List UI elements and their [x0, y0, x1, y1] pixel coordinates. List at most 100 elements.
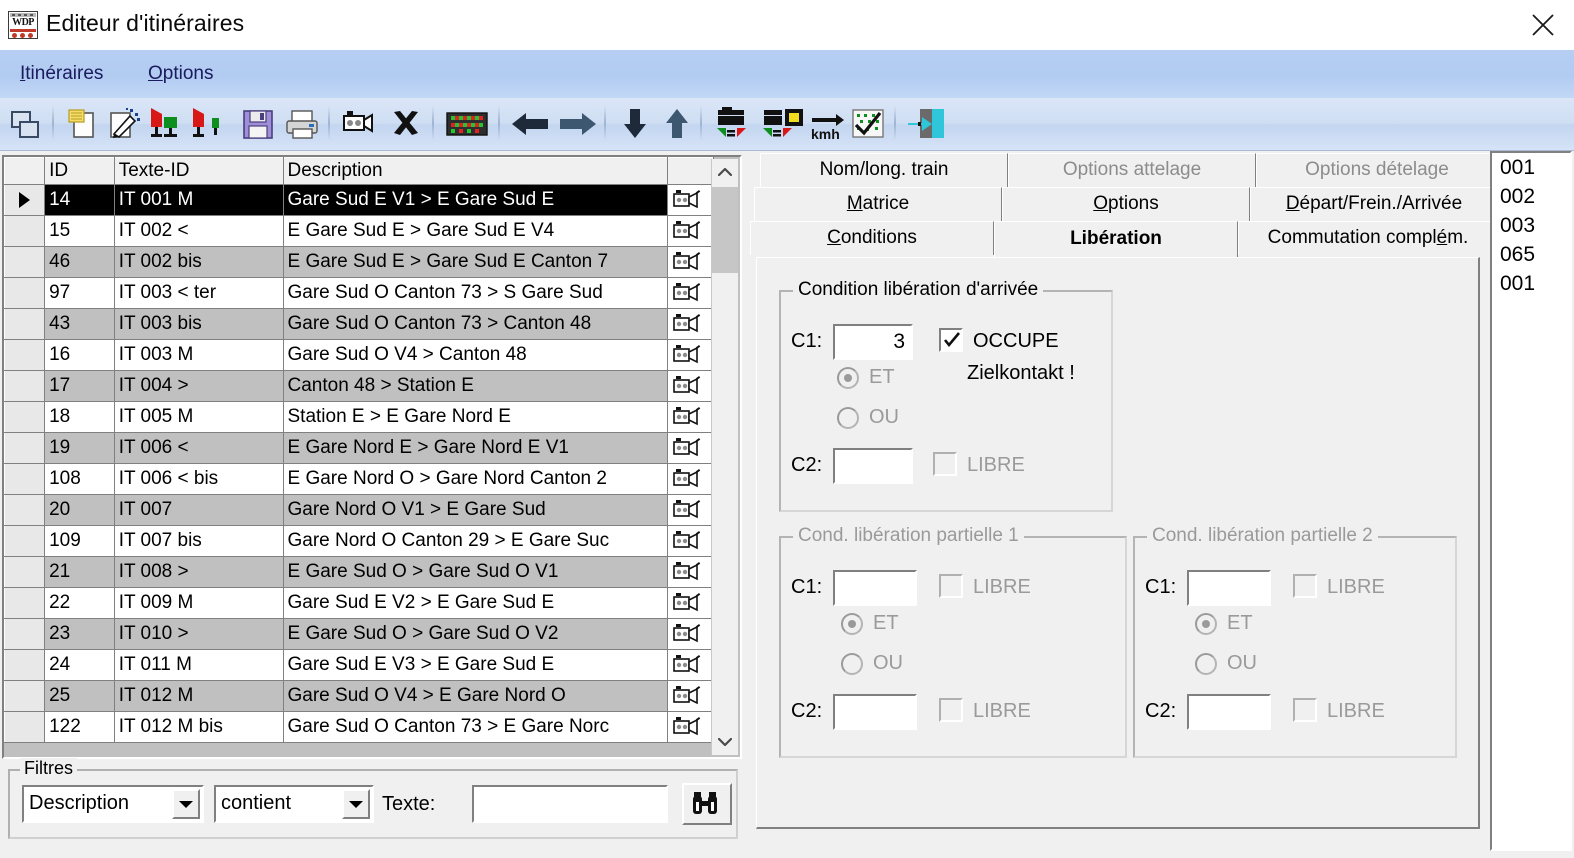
- cell-texte-id[interactable]: IT 004 >: [114, 370, 284, 402]
- partial2-radio-et[interactable]: [1195, 613, 1217, 635]
- cell-id[interactable]: 21: [44, 556, 115, 588]
- route-camera-icon[interactable]: [667, 184, 715, 216]
- row-selector-cell[interactable]: [4, 308, 46, 340]
- edit-document-icon[interactable]: [104, 104, 144, 144]
- arrival-libre-checkbox[interactable]: [933, 452, 957, 476]
- cell-id[interactable]: 43: [44, 308, 115, 340]
- cell-description[interactable]: Gare Sud E V1 > E Gare Sud E: [283, 184, 668, 216]
- cell-id[interactable]: 25: [44, 680, 115, 712]
- row-selector-cell[interactable]: [4, 370, 46, 402]
- route-camera-icon[interactable]: [667, 463, 715, 495]
- cell-texte-id[interactable]: IT 008 >: [114, 556, 284, 588]
- route-camera-icon[interactable]: [667, 711, 715, 743]
- arrow-down-icon[interactable]: [614, 104, 656, 144]
- delete-x-icon[interactable]: [386, 104, 426, 144]
- route-camera-icon[interactable]: [667, 649, 715, 681]
- cell-id[interactable]: 15: [44, 215, 115, 247]
- cell-id[interactable]: 109: [44, 525, 115, 557]
- row-selector-cell[interactable]: [4, 432, 46, 464]
- cell-texte-id[interactable]: IT 002 bis: [114, 246, 284, 278]
- arrival-c2-input[interactable]: [833, 448, 913, 484]
- cell-id[interactable]: 18: [44, 401, 115, 433]
- tab-matrice[interactable]: Matrice: [754, 187, 1002, 221]
- partial1-c2-libre-checkbox[interactable]: [939, 698, 963, 722]
- table-row[interactable]: 46 IT 002 bis E Gare Sud E > Gare Sud E Ca…: [4, 246, 715, 278]
- new-document-icon[interactable]: [62, 104, 102, 144]
- cell-description[interactable]: E Gare Nord O > Gare Nord Canton 2: [283, 463, 668, 495]
- cell-description[interactable]: Gare Sud O Canton 73 > S Gare Sud: [283, 277, 668, 309]
- arrival-occupe-checkbox[interactable]: [939, 328, 963, 352]
- partial2-c2-input[interactable]: [1187, 694, 1271, 730]
- list-item[interactable]: 003: [1492, 211, 1570, 240]
- chevron-down-icon[interactable]: [342, 789, 370, 819]
- table-row[interactable]: 122 IT 012 M bis Gare Sud O Canton 73 > E …: [4, 711, 715, 743]
- cell-texte-id[interactable]: IT 011 M: [114, 649, 284, 681]
- cell-description[interactable]: Station E > E Gare Nord E: [283, 401, 668, 433]
- row-selector-cell[interactable]: [4, 339, 46, 371]
- cell-id[interactable]: 22: [44, 587, 115, 619]
- cell-texte-id[interactable]: IT 006 <: [114, 432, 284, 464]
- partial1-radio-et[interactable]: [841, 613, 863, 635]
- cell-description[interactable]: E Gare Sud O > Gare Sud O V1: [283, 556, 668, 588]
- arrow-right-icon[interactable]: [554, 104, 600, 144]
- table-row[interactable]: 21 IT 008 > E Gare Sud O > Gare Sud O V1: [4, 556, 715, 588]
- filter-operator-select[interactable]: contient: [214, 785, 374, 823]
- close-button[interactable]: [1512, 0, 1574, 48]
- tab-nom-long-train[interactable]: Nom/long. train: [760, 153, 1008, 187]
- camera-icon[interactable]: [338, 104, 378, 144]
- row-selector-cell[interactable]: [4, 246, 46, 278]
- cell-description[interactable]: E Gare Sud E > Gare Sud E V4: [283, 215, 668, 247]
- cell-texte-id[interactable]: IT 002 <: [114, 215, 284, 247]
- table-row[interactable]: 43 IT 003 bis Gare Sud O Canton 73 > Canto…: [4, 308, 715, 340]
- route-camera-icon[interactable]: [667, 401, 715, 433]
- tab-depart-frein-arrivee[interactable]: Départ/Frein./Arrivée: [1250, 187, 1498, 221]
- print-preview-icon[interactable]: [6, 104, 46, 144]
- table-row[interactable]: 18 IT 005 M Station E > E Gare Nord E: [4, 401, 715, 433]
- menu-item-options[interactable]: Options: [144, 61, 217, 87]
- cell-texte-id[interactable]: IT 005 M: [114, 401, 284, 433]
- filter-field-select[interactable]: Description: [22, 785, 204, 823]
- train-signals-green-icon[interactable]: [146, 104, 186, 144]
- matrix-grid-icon[interactable]: [444, 104, 488, 144]
- cell-description[interactable]: E Gare Sud O > Gare Sud O V2: [283, 618, 668, 650]
- table-row[interactable]: 17 IT 004 > Canton 48 > Station E: [4, 370, 715, 402]
- cell-id[interactable]: 23: [44, 618, 115, 650]
- search-button[interactable]: [682, 783, 732, 825]
- row-selector-cell[interactable]: [4, 711, 46, 743]
- row-selector-cell[interactable]: [4, 556, 46, 588]
- cell-description[interactable]: Gare Sud O Canton 73 > Canton 48: [283, 308, 668, 340]
- tab-options-detelage[interactable]: Options dételage: [1256, 153, 1498, 187]
- route-number-listbox[interactable]: 001 002 003 065 001: [1490, 151, 1572, 851]
- table-row[interactable]: 20 IT 007 Gare Nord O V1 > E Gare Sud: [4, 494, 715, 526]
- route-camera-icon[interactable]: [667, 680, 715, 712]
- tab-conditions[interactable]: Conditions: [750, 221, 994, 255]
- train-speed-display-icon[interactable]: [760, 104, 812, 144]
- cell-description[interactable]: Gare Nord O V1 > E Gare Sud: [283, 494, 668, 526]
- column-header-texte-id[interactable]: Texte-ID: [113, 157, 284, 185]
- cell-id[interactable]: 108: [44, 463, 115, 495]
- kmh-arrow-icon[interactable]: kmh: [806, 104, 852, 144]
- list-item[interactable]: 001: [1492, 269, 1570, 298]
- cell-texte-id[interactable]: IT 001 M: [114, 184, 284, 216]
- cell-texte-id[interactable]: IT 010 >: [114, 618, 284, 650]
- row-selector-cell[interactable]: [4, 494, 46, 526]
- row-selector-cell[interactable]: [4, 215, 46, 247]
- route-camera-icon[interactable]: [667, 308, 715, 340]
- cell-texte-id[interactable]: IT 003 < ter: [114, 277, 284, 309]
- arrival-c1-input[interactable]: 3: [833, 324, 913, 360]
- cell-id[interactable]: 16: [44, 339, 115, 371]
- tab-commutation-complem[interactable]: Commutation complém.: [1238, 221, 1498, 255]
- list-item[interactable]: 065: [1492, 240, 1570, 269]
- route-camera-icon[interactable]: [667, 556, 715, 588]
- route-camera-icon[interactable]: [667, 246, 715, 278]
- cell-id[interactable]: 19: [44, 432, 115, 464]
- row-selector-cell[interactable]: [4, 463, 46, 495]
- table-row[interactable]: 24 IT 011 M Gare Sud E V3 > E Gare Sud E: [4, 649, 715, 681]
- row-selector-cell[interactable]: [4, 525, 46, 557]
- cell-texte-id[interactable]: IT 003 bis: [114, 308, 284, 340]
- cell-id[interactable]: 17: [44, 370, 115, 402]
- exit-door-icon[interactable]: [904, 104, 952, 144]
- cell-texte-id[interactable]: IT 006 < bis: [114, 463, 284, 495]
- cell-description[interactable]: Gare Sud O V4 > Canton 48: [283, 339, 668, 371]
- cell-id[interactable]: 20: [44, 494, 115, 526]
